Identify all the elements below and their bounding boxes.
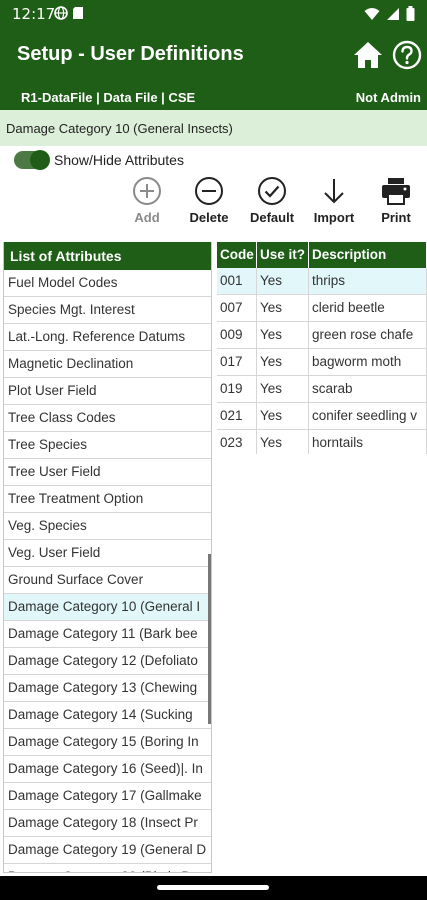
description-cell: scarab	[309, 376, 427, 402]
code-cell: 023	[217, 430, 257, 454]
use-it-cell: Yes	[257, 403, 309, 429]
code-cell: 009	[217, 322, 257, 348]
code-cell: 019	[217, 376, 257, 402]
table-row[interactable]: 019 Yes scarab	[217, 376, 427, 403]
attributes-list-header: List of Attributes	[4, 242, 211, 270]
status-time: 12:17	[12, 5, 56, 23]
attribute-list-item[interactable]: Tree Treatment Option	[4, 486, 211, 513]
wifi-icon	[364, 7, 380, 20]
attribute-list-item[interactable]: Tree Class Codes	[4, 405, 211, 432]
column-header-use-it[interactable]: Use it?	[257, 242, 309, 268]
use-it-cell: Yes	[257, 376, 309, 402]
attribute-list-item[interactable]: Ground Surface Cover	[4, 567, 211, 594]
section-header: Damage Category 10 (General Insects)	[0, 110, 427, 146]
toggle-knob	[30, 150, 50, 170]
codes-table: Code Use it? Description 001 Yes thrips 007…	[217, 242, 427, 454]
add-circle-icon	[133, 177, 161, 205]
printer-icon	[382, 178, 410, 205]
attributes-scrollbar[interactable]	[208, 554, 211, 724]
attribute-list-item[interactable]: Tree User Field	[4, 459, 211, 486]
home-button[interactable]	[352, 40, 384, 70]
attribute-list-item[interactable]: Lat.-Long. Reference Datums	[4, 324, 211, 351]
help-icon	[392, 40, 422, 70]
attribute-list-item[interactable]: Veg. User Field	[4, 540, 211, 567]
arrow-down-icon	[324, 179, 344, 204]
code-cell: 017	[217, 349, 257, 375]
import-button[interactable]: Import	[304, 176, 364, 232]
add-button[interactable]: Add	[117, 176, 177, 232]
attribute-list-item[interactable]: Damage Category 13 (Chewing	[4, 675, 211, 702]
datafile-breadcrumb: R1-DataFile | Data File | CSE	[21, 90, 196, 105]
use-it-cell: Yes	[257, 268, 309, 294]
status-bar: 12:17	[0, 0, 427, 30]
column-header-description[interactable]: Description	[309, 242, 427, 268]
home-gesture-handle[interactable]	[157, 885, 269, 890]
codes-table-header: Code Use it? Description	[217, 242, 427, 268]
attribute-list-item[interactable]: Damage Category 15 (Boring In	[4, 729, 211, 756]
attribute-list-item[interactable]: Damage Category 14 (Sucking	[4, 702, 211, 729]
app-bar: Setup - User Definitions R1-DataFile | D…	[0, 30, 427, 110]
table-row[interactable]: 001 Yes thrips	[217, 268, 427, 295]
attributes-list: List of Attributes Fuel Model Codes Speci…	[3, 242, 212, 873]
remove-circle-icon	[195, 177, 223, 205]
use-it-cell: Yes	[257, 295, 309, 321]
delete-label: Delete	[189, 210, 229, 225]
help-button[interactable]	[392, 40, 422, 70]
table-row[interactable]: 021 Yes conifer seedling v	[217, 403, 427, 430]
print-button[interactable]: Print	[366, 176, 426, 232]
description-cell: horntails	[309, 430, 427, 454]
system-nav-bar	[0, 876, 427, 900]
battery-icon	[406, 6, 415, 21]
description-cell: conifer seedling v	[309, 403, 427, 429]
import-label: Import	[313, 210, 355, 225]
default-label: Default	[249, 210, 295, 225]
section-title: Damage Category 10 (General Insects)	[6, 121, 233, 136]
toolbar: Add Delete Default Import Print	[0, 176, 427, 232]
attribute-list-item[interactable]: Plot User Field	[4, 378, 211, 405]
attribute-list-item[interactable]: Damage Category 10 (General I	[4, 594, 211, 621]
attribute-list-item[interactable]: Damage Category 18 (Insect Pr	[4, 810, 211, 837]
use-it-cell: Yes	[257, 349, 309, 375]
table-row[interactable]: 009 Yes green rose chafe	[217, 322, 427, 349]
code-cell: 007	[217, 295, 257, 321]
home-icon	[354, 42, 382, 68]
check-circle-icon	[258, 177, 286, 205]
print-label: Print	[381, 210, 411, 225]
default-button[interactable]: Default	[242, 176, 302, 232]
sd-card-icon	[73, 7, 83, 19]
description-cell: clerid beetle	[309, 295, 427, 321]
delete-button[interactable]: Delete	[179, 176, 239, 232]
code-cell: 001	[217, 268, 257, 294]
attribute-list-item[interactable]: Magnetic Declination	[4, 351, 211, 378]
page-title: Setup - User Definitions	[17, 43, 244, 65]
attribute-list-item[interactable]: Species Mgt. Interest	[4, 297, 211, 324]
use-it-cell: Yes	[257, 430, 309, 454]
column-header-code[interactable]: Code	[217, 242, 257, 268]
attribute-list-item[interactable]: Damage Category 20 (Biotic Da	[4, 864, 211, 872]
use-it-cell: Yes	[257, 322, 309, 348]
description-cell: thrips	[309, 268, 427, 294]
attribute-list-item[interactable]: Veg. Species	[4, 513, 211, 540]
attribute-list-item[interactable]: Tree Species	[4, 432, 211, 459]
description-cell: bagworm moth	[309, 349, 427, 375]
show-hide-attributes-toggle[interactable]	[14, 150, 50, 170]
attribute-list-item[interactable]: Damage Category 19 (General D	[4, 837, 211, 864]
code-cell: 021	[217, 403, 257, 429]
add-label: Add	[134, 210, 160, 225]
show-hide-attributes-row: Show/Hide Attributes	[14, 150, 184, 170]
description-cell: green rose chafe	[309, 322, 427, 348]
attribute-list-item[interactable]: Fuel Model Codes	[4, 270, 211, 297]
attribute-list-item[interactable]: Damage Category 11 (Bark bee	[4, 621, 211, 648]
attribute-list-item[interactable]: Damage Category 17 (Gallmake	[4, 783, 211, 810]
signal-icon	[387, 7, 399, 20]
attribute-list-item[interactable]: Damage Category 12 (Defoliato	[4, 648, 211, 675]
attribute-list-item[interactable]: Damage Category 16 (Seed)|. In	[4, 756, 211, 783]
user-status: Not Admin	[355, 90, 421, 105]
table-row[interactable]: 007 Yes clerid beetle	[217, 295, 427, 322]
globe-icon	[54, 6, 68, 20]
table-row[interactable]: 023 Yes horntails	[217, 430, 427, 454]
table-row[interactable]: 017 Yes bagworm moth	[217, 349, 427, 376]
toggle-label: Show/Hide Attributes	[54, 152, 184, 168]
